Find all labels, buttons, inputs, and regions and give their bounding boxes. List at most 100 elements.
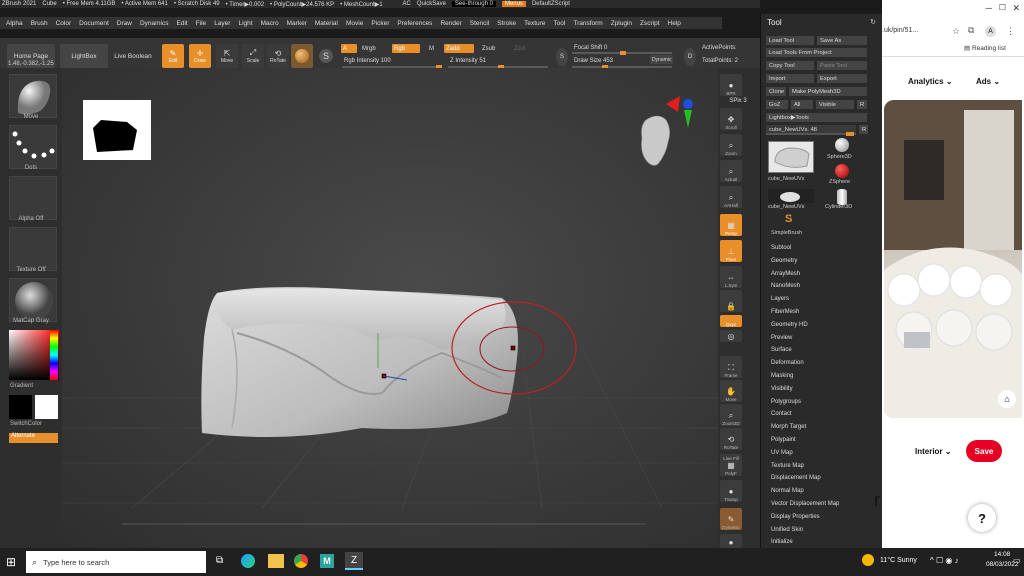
dynamic-button[interactable]: ✎ Dynamic: [720, 508, 742, 530]
zoom-button[interactable]: ⌕ Zoom: [720, 134, 742, 156]
subpalette-surface[interactable]: Surface: [771, 347, 792, 353]
rgb-intensity-slider[interactable]: Rgb Intensity 100: [342, 56, 393, 65]
subpalette-display-properties[interactable]: Display Properties: [771, 514, 820, 520]
spix-slider[interactable]: SPix 3: [718, 98, 758, 104]
zsphere-icon[interactable]: [835, 164, 849, 178]
actual-button[interactable]: ⌕ Actual: [720, 160, 742, 182]
y-sym-button[interactable]: ◎: [720, 330, 742, 342]
browser-menu-icon[interactable]: ⋮: [1006, 26, 1015, 37]
goz-button[interactable]: GoZ: [766, 100, 788, 109]
menu-item-tool[interactable]: Tool: [553, 20, 565, 27]
file-explorer-icon[interactable]: [268, 554, 284, 568]
subpalette-geometry-hd[interactable]: Geometry HD: [771, 322, 808, 328]
menu-item-texture[interactable]: Texture: [524, 20, 545, 27]
zoom3d-button[interactable]: ⌕ Zoom3D: [720, 404, 742, 426]
stroke-thumbnail[interactable]: [9, 125, 57, 169]
paste-tool-button[interactable]: Paste Tool: [817, 61, 867, 70]
cube-newuvs-thumbnail[interactable]: [768, 141, 814, 173]
scale-button[interactable]: ⤢ Scale: [242, 44, 264, 68]
move-view-button[interactable]: ✋ Move: [720, 380, 742, 402]
task-view-icon[interactable]: ⧉: [216, 555, 223, 566]
r-button[interactable]: R: [857, 100, 867, 109]
frame-button[interactable]: ⛶ Frame: [720, 356, 742, 378]
menu-item-light[interactable]: Light: [238, 20, 252, 27]
refresh-icon[interactable]: ↻: [870, 18, 876, 26]
menu-item-transform[interactable]: Transform: [573, 20, 602, 27]
menu-item-preferences[interactable]: Preferences: [397, 20, 432, 27]
lightbox-button[interactable]: LightBox: [60, 44, 108, 68]
subpalette-uv-map[interactable]: UV Map: [771, 450, 793, 456]
subpalette-deformation[interactable]: Deformation: [771, 360, 804, 366]
clock-time[interactable]: 14:08: [994, 551, 1010, 558]
move-button[interactable]: ⇱ Move: [216, 44, 238, 68]
copy-tool-button[interactable]: Copy Tool: [766, 61, 814, 70]
focal-shift-slider[interactable]: Focal Shift 0: [572, 43, 609, 52]
zadd-toggle[interactable]: Zadd: [444, 44, 474, 53]
subpalette-arraymesh[interactable]: ArrayMesh: [771, 271, 800, 277]
menu-item-render[interactable]: Render: [440, 20, 461, 27]
subpalette-contact[interactable]: Contact: [771, 411, 792, 417]
z-intensity-slider[interactable]: Z Intensity 51: [448, 56, 488, 65]
menu-item-picker[interactable]: Picker: [371, 20, 389, 27]
export-button[interactable]: Export: [817, 74, 867, 83]
zcut-toggle[interactable]: Zcut: [512, 44, 528, 53]
alpha-thumbnail[interactable]: [9, 176, 57, 220]
edge-icon[interactable]: [241, 554, 255, 568]
chrome-icon[interactable]: [294, 554, 308, 568]
zbrush-taskbar-icon[interactable]: Z: [345, 552, 363, 570]
subpalette-geometry[interactable]: Geometry: [771, 258, 797, 264]
address-bar[interactable]: .uk/pin/51...: [882, 27, 918, 34]
rgb-toggle[interactable]: Rgb: [392, 44, 420, 53]
menu-item-stroke[interactable]: Stroke: [497, 20, 516, 27]
switchcolor-button[interactable]: SwitchColor: [0, 421, 62, 427]
all-button[interactable]: All: [791, 100, 813, 109]
subpalette-initialize[interactable]: Initialize: [771, 539, 793, 545]
pin-image[interactable]: ⌂: [884, 100, 1022, 418]
subpalette-masking[interactable]: Masking: [771, 373, 793, 379]
zsub-toggle[interactable]: Zsub: [480, 44, 497, 53]
load-from-project-button[interactable]: Load Tools From Project: [766, 48, 867, 57]
bpr-button[interactable]: ● BPR: [720, 74, 742, 96]
menu-item-file[interactable]: File: [196, 20, 206, 27]
rotate-button[interactable]: ⟲ RoTate: [267, 44, 289, 68]
canvas-viewport[interactable]: [62, 68, 718, 548]
minimize-icon[interactable]: ─: [986, 3, 992, 13]
floor-button[interactable]: ⊥ Floor: [720, 240, 742, 262]
subpalette-preview[interactable]: Preview: [771, 335, 792, 341]
menu-item-zscript[interactable]: Zscript: [640, 20, 660, 27]
maya-icon[interactable]: M: [320, 554, 334, 568]
m-toggle[interactable]: M: [427, 44, 436, 53]
texture-thumbnail[interactable]: [9, 227, 57, 271]
menu-item-color[interactable]: Color: [56, 20, 72, 27]
material-thumbnail[interactable]: [9, 278, 57, 322]
a-toggle[interactable]: A: [341, 44, 357, 53]
make-polymesh-button[interactable]: Make PolyMesh3D: [789, 87, 867, 96]
material-swatch[interactable]: [291, 44, 313, 68]
lsym-button[interactable]: ⇔ L.Sym: [720, 266, 742, 288]
secondary-color-swatch[interactable]: [35, 395, 58, 419]
draw-button[interactable]: ✛ Draw: [189, 44, 211, 68]
system-tray-icons[interactable]: ^ ☐ ◉ ♪: [930, 556, 959, 565]
analytics-menu[interactable]: Analytics ⌄: [908, 77, 953, 86]
visible-button[interactable]: Visible: [816, 100, 854, 109]
alternate-button[interactable]: Alternate: [9, 433, 58, 443]
menu-item-marker[interactable]: Marker: [287, 20, 307, 27]
mrgb-toggle[interactable]: Mrgb: [360, 44, 378, 53]
subpalette-fibermesh[interactable]: FiberMesh: [771, 309, 799, 315]
focal-shift-track[interactable]: [572, 51, 672, 55]
reading-list-button[interactable]: ▤ Reading list: [964, 44, 1006, 52]
load-tool-button[interactable]: Load Tool: [766, 36, 814, 45]
menu-item-zplugin[interactable]: Zplugin: [611, 20, 632, 27]
close-icon[interactable]: ✕: [1012, 3, 1020, 14]
dynamic-toggle[interactable]: Dynamic: [650, 55, 674, 64]
menu-item-draw[interactable]: Draw: [117, 20, 132, 27]
persp-button[interactable]: ▦ Persp: [720, 214, 742, 236]
subpalette-subtool[interactable]: Subtool: [771, 245, 791, 251]
tag-icon[interactable]: ⌂: [998, 390, 1016, 408]
r-slider-button[interactable]: R: [859, 125, 868, 134]
clone-button[interactable]: Clone: [766, 87, 786, 96]
subpalette-unified-skin[interactable]: Unified Skin: [771, 527, 803, 533]
save-as-button[interactable]: Save As: [817, 36, 867, 45]
transp-button[interactable]: ● Transp: [720, 480, 742, 502]
menu-item-document[interactable]: Document: [79, 20, 109, 27]
